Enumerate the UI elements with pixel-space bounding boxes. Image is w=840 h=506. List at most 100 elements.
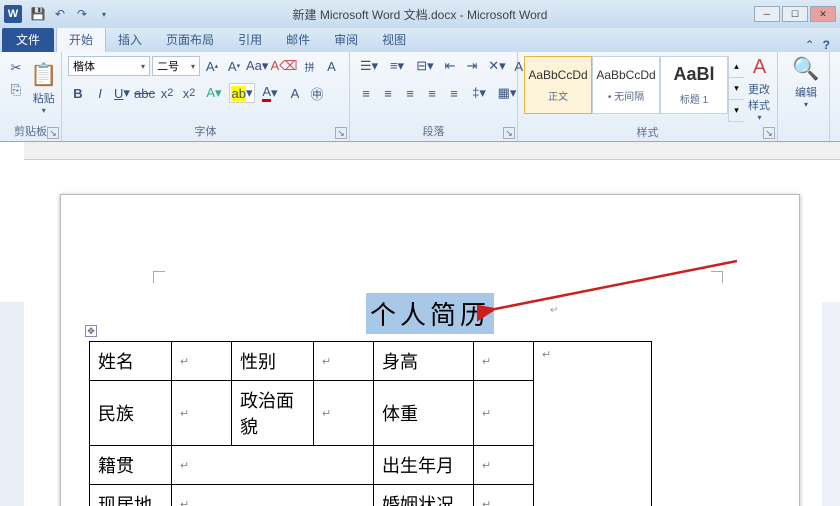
annotation-arrow xyxy=(477,257,757,327)
window-close-button[interactable]: ✕ xyxy=(810,6,836,22)
cell-birth-label[interactable]: 出生年月 xyxy=(374,446,474,485)
style-up-icon[interactable]: ▴ xyxy=(729,56,744,78)
ribbon-tabstrip: 文件 开始 插入 页面布局 引用 邮件 审阅 视图 ⌃ ? xyxy=(0,28,840,52)
superscript-icon[interactable]: x2 xyxy=(179,83,199,103)
tab-references[interactable]: 引用 xyxy=(226,27,274,52)
char-border-icon[interactable]: A xyxy=(322,56,342,76)
vertical-scrollbar[interactable] xyxy=(822,302,840,506)
bullet-list-icon[interactable]: ☰▾ xyxy=(356,56,382,76)
copy-icon[interactable]: ⎘ xyxy=(6,80,26,100)
cell-weight-value[interactable]: ↵ xyxy=(474,381,534,446)
highlight-icon[interactable]: ab▾ xyxy=(229,83,255,103)
indent-right-icon[interactable]: ⇥ xyxy=(462,56,482,76)
tab-page-layout[interactable]: 页面布局 xyxy=(154,27,226,52)
cell-height-label[interactable]: 身高 xyxy=(374,342,474,381)
paste-button[interactable]: 📋 粘贴 ▾ xyxy=(30,56,57,121)
cut-icon[interactable]: ✂ xyxy=(6,58,26,78)
horizontal-ruler[interactable] xyxy=(24,142,840,160)
align-left-icon[interactable]: ≡ xyxy=(356,83,376,103)
cell-marriage-label[interactable]: 婚姻状况 xyxy=(374,485,474,506)
style-expand-icon[interactable]: ▾ xyxy=(729,100,744,122)
change-styles-button[interactable]: A 更改样式 ▾ xyxy=(748,56,771,122)
phonetic-icon[interactable]: 拼 xyxy=(300,56,320,76)
change-styles-icon: A xyxy=(753,56,766,79)
font-face-combo[interactable]: 楷体▾ xyxy=(68,56,150,76)
paragraph-launcher-icon[interactable]: ↘ xyxy=(503,127,515,139)
indent-left-icon[interactable]: ⇤ xyxy=(440,56,460,76)
cell-politic-label[interactable]: 政治面貌 xyxy=(232,381,314,446)
cell-gender-label[interactable]: 性别 xyxy=(232,342,314,381)
ribbon-panel: ✂ ⎘ 📋 粘贴 ▾ 剪贴板 ↘ 楷体▾ 二号▾ A▴ A▾ Aa▾ A⌫ 拼 … xyxy=(0,52,840,142)
line-spacing-icon[interactable]: ‡▾ xyxy=(466,83,492,103)
subscript-icon[interactable]: x2 xyxy=(157,83,177,103)
align-right-icon[interactable]: ≡ xyxy=(400,83,420,103)
style-down-icon[interactable]: ▾ xyxy=(729,78,744,100)
font-color-icon[interactable]: A▾ xyxy=(257,83,283,103)
cell-height-value[interactable]: ↵ xyxy=(474,342,534,381)
cell-weight-label[interactable]: 体重 xyxy=(374,381,474,446)
window-minimize-button[interactable]: ─ xyxy=(754,6,780,22)
group-font-label: 字体 xyxy=(68,121,343,141)
qat-redo-icon[interactable]: ↷ xyxy=(72,4,92,24)
char-shading-icon[interactable]: A xyxy=(285,83,305,103)
cell-politic-value[interactable]: ↵ xyxy=(314,381,374,446)
style-heading1[interactable]: AaBl 标题 1 xyxy=(660,56,728,114)
tab-mailings[interactable]: 邮件 xyxy=(274,27,322,52)
italic-icon[interactable]: I xyxy=(90,83,110,103)
strike-icon[interactable]: abc xyxy=(134,83,155,103)
style-no-spacing[interactable]: AaBbCcDd • 无间隔 xyxy=(592,56,660,114)
enclose-char-icon[interactable]: ㊥ xyxy=(307,83,327,103)
clipboard-launcher-icon[interactable]: ↘ xyxy=(47,127,59,139)
minimize-ribbon-icon[interactable]: ⌃ xyxy=(805,38,815,52)
shrink-font-icon[interactable]: A▾ xyxy=(224,56,244,76)
window-maximize-button[interactable]: ☐ xyxy=(782,6,808,22)
align-distributed-icon[interactable]: ≡ xyxy=(444,83,464,103)
font-size-combo[interactable]: 二号▾ xyxy=(152,56,200,76)
cell-origin-value[interactable]: ↵ xyxy=(172,446,374,485)
underline-icon[interactable]: U▾ xyxy=(112,83,132,103)
tab-file[interactable]: 文件 xyxy=(2,27,54,52)
group-styles-label: 样式 xyxy=(524,122,771,142)
text-effect-icon[interactable]: A▾ xyxy=(201,83,227,103)
cell-name-value[interactable]: ↵ xyxy=(172,342,232,381)
align-justify-icon[interactable]: ≡ xyxy=(422,83,442,103)
help-icon[interactable]: ? xyxy=(823,38,830,52)
cell-origin-label[interactable]: 籍贯 xyxy=(90,446,172,485)
change-case-icon[interactable]: Aa▾ xyxy=(246,56,268,76)
cell-gender-value[interactable]: ↵ xyxy=(314,342,374,381)
bold-icon[interactable]: B xyxy=(68,83,88,103)
document-canvas[interactable]: 个人简历 ↵ ✥ 姓名 ↵ 性别 ↵ 身高 ↵ ↵ 民族 ↵ xyxy=(0,160,840,506)
edit-button[interactable]: 🔍 编辑 ▾ xyxy=(784,56,828,109)
table-anchor-icon[interactable]: ✥ xyxy=(85,325,97,337)
cell-photo[interactable]: ↵ xyxy=(534,342,652,506)
resume-table[interactable]: 姓名 ↵ 性别 ↵ 身高 ↵ ↵ 民族 ↵ 政治面貌 ↵ 体重 ↵ xyxy=(89,341,652,506)
document-title[interactable]: 个人简历 xyxy=(366,293,494,334)
shading-icon[interactable]: ▦▾ xyxy=(494,83,520,103)
tab-review[interactable]: 审阅 xyxy=(322,27,370,52)
cell-ethnic-label[interactable]: 民族 xyxy=(90,381,172,446)
cell-marriage-value[interactable]: ↵ xyxy=(474,485,534,506)
qat-undo-icon[interactable]: ↶ xyxy=(50,4,70,24)
qat-save-icon[interactable]: 💾 xyxy=(28,4,48,24)
clear-format-icon[interactable]: A⌫ xyxy=(270,56,297,76)
tab-home[interactable]: 开始 xyxy=(56,26,106,52)
paragraph-mark-icon: ↵ xyxy=(550,305,558,316)
cell-name-label[interactable]: 姓名 xyxy=(90,342,172,381)
font-launcher-icon[interactable]: ↘ xyxy=(335,127,347,139)
style-normal[interactable]: AaBbCcDd 正文 xyxy=(524,56,592,114)
styles-launcher-icon[interactable]: ↘ xyxy=(763,127,775,139)
grow-font-icon[interactable]: A▴ xyxy=(202,56,222,76)
multilevel-list-icon[interactable]: ⊟▾ xyxy=(412,56,438,76)
asian-layout-icon[interactable]: ✕▾ xyxy=(484,56,510,76)
tab-insert[interactable]: 插入 xyxy=(106,27,154,52)
cell-addr-label[interactable]: 现居地 xyxy=(90,485,172,506)
align-center-icon[interactable]: ≡ xyxy=(378,83,398,103)
window-title: 新建 Microsoft Word 文档.docx - Microsoft Wo… xyxy=(293,6,548,23)
qat-customize-icon[interactable]: ▾ xyxy=(94,4,114,24)
cell-ethnic-value[interactable]: ↵ xyxy=(172,381,232,446)
cell-birth-value[interactable]: ↵ xyxy=(474,446,534,485)
number-list-icon[interactable]: ≡▾ xyxy=(384,56,410,76)
cell-addr-value[interactable]: ↵ xyxy=(172,485,374,506)
tab-view[interactable]: 视图 xyxy=(370,27,418,52)
crop-mark-tr xyxy=(711,271,723,283)
